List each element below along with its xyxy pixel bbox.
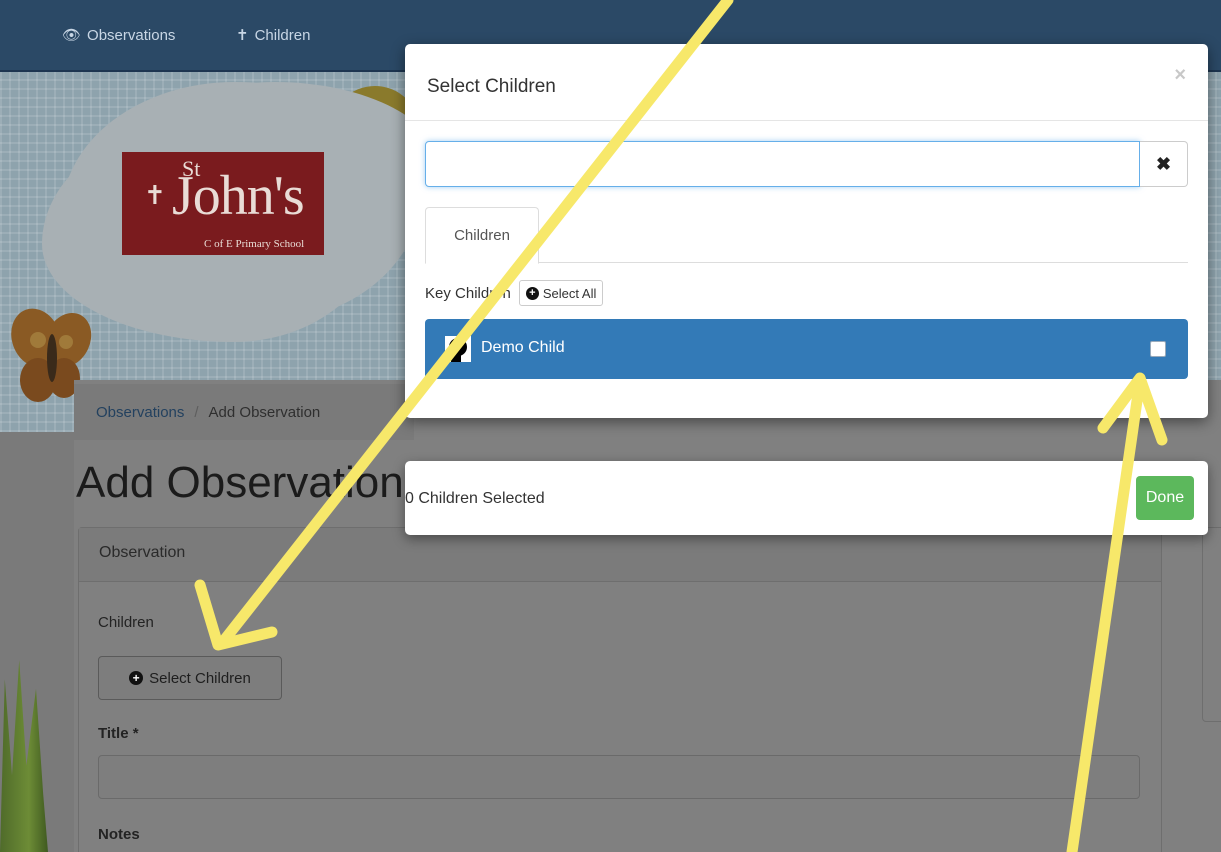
grass-decoration [0, 660, 48, 852]
title-label: Title * [98, 725, 139, 742]
nav-observations[interactable]: 👁 Observations [62, 26, 176, 45]
nav-children[interactable]: ✝ Children [236, 26, 311, 45]
key-children-label: Key Children [425, 284, 511, 302]
key-children-row: Key Children + Select All [425, 278, 604, 308]
eye-icon: 👁 [62, 27, 82, 44]
select-children-modal: Select Children × ✖ Children Key Childre… [405, 44, 1208, 418]
nav-observations-label: Observations [87, 26, 176, 44]
clear-search-icon[interactable]: ✖ [1140, 141, 1188, 187]
child-name: Demo Child [481, 339, 565, 356]
selected-count: 0 Children Selected [405, 490, 545, 507]
done-button[interactable]: Done [1136, 476, 1194, 520]
breadcrumb: Observations / Add Observation [74, 384, 414, 440]
select-all-button[interactable]: + Select All [518, 280, 604, 306]
breadcrumb-observations-link[interactable]: Observations [96, 404, 184, 421]
select-children-label: Select Children [149, 669, 251, 687]
nav-children-label: Children [254, 26, 311, 44]
children-label: Children [98, 614, 154, 631]
logo-subtitle: C of E Primary School [204, 238, 305, 250]
tab-children[interactable]: Children [425, 207, 539, 264]
panel-heading: Observation [79, 528, 1161, 582]
search-group: ✖ [425, 141, 1188, 187]
plus-circle-icon: + [525, 286, 539, 300]
search-input[interactable] [425, 141, 1140, 187]
breadcrumb-current: Add Observation [208, 403, 321, 421]
page-title: Add Observation [76, 458, 404, 507]
selection-footer: 0 Children Selected Done [405, 461, 1208, 535]
modal-tabs: Children [425, 207, 1188, 264]
child-icon: ✝ [236, 27, 249, 44]
plus-circle-icon: + [129, 671, 144, 685]
side-panel [1202, 527, 1221, 722]
school-logo: ✝ St John's C of E Primary School [122, 152, 324, 255]
child-checkbox[interactable] [1150, 341, 1166, 357]
notes-label: Notes [98, 826, 140, 843]
close-icon[interactable]: × [1174, 64, 1186, 87]
modal-title: Select Children [427, 76, 556, 97]
child-list-item[interactable]: Demo Child [425, 319, 1188, 379]
child-avatar-icon [445, 336, 471, 362]
select-all-label: Select All [542, 285, 597, 301]
title-input[interactable] [98, 755, 1140, 799]
breadcrumb-separator: / [194, 403, 199, 421]
select-children-button[interactable]: + Select Children [98, 656, 282, 700]
logo-name: John's [172, 165, 305, 227]
cross-icon: ✝ [144, 180, 166, 210]
modal-header: Select Children × [405, 44, 1208, 121]
